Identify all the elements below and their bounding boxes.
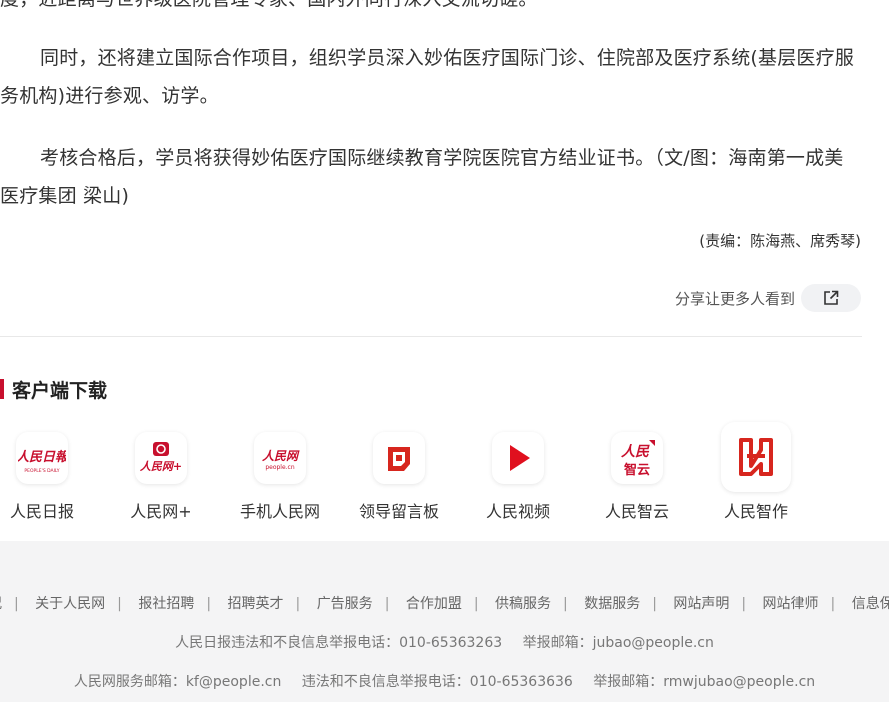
editor-credit: (责编：陈海燕、席秀琴)	[699, 232, 861, 250]
footer-link-recruit[interactable]: 报社招聘	[138, 596, 194, 612]
svg-text:人民网: 人民网	[262, 449, 300, 463]
people-net-plus-icon: 人民网+	[135, 432, 187, 484]
footer-links: 况| 关于人民网| 报社招聘| 招聘英才| 广告服务| 合作加盟| 供稿服务| …	[0, 593, 889, 613]
footer-report-line-2: 人民网服务邮箱：kf@people.cn 违法和不良信息举报电话：010-653…	[0, 671, 889, 691]
leader-message-board-icon	[373, 432, 425, 484]
footer-link[interactable]: 况	[0, 596, 2, 612]
footer-link-data[interactable]: 数据服务	[584, 596, 640, 612]
people-video-icon	[492, 432, 544, 484]
footer-link-lawyer[interactable]: 网站律师	[763, 596, 819, 612]
footer-link-statement[interactable]: 网站声明	[673, 596, 729, 612]
app-label: 人民网+	[130, 502, 192, 521]
footer-report-line-1: 人民日报违法和不良信息举报电话：010-65363263 举报邮箱：jubao@…	[0, 632, 889, 652]
app-label: 人民智云	[604, 502, 669, 521]
svg-text:智云: 智云	[624, 462, 650, 478]
app-label: 人民智作	[723, 502, 788, 521]
people-cloud-icon: 人民 智云	[611, 432, 663, 484]
share-row: 分享让更多人看到	[675, 284, 861, 312]
article-paragraph: 考核合格后，学员将获得妙佑医疗国际继续教育学院医院官方结业证书。（文/图：海南第…	[0, 147, 844, 207]
apps-section-title-text: 客户端下载	[12, 379, 108, 402]
footer-report-email: 举报邮箱：jubao@people.cn	[522, 635, 714, 651]
app-label: 领导留言板	[358, 502, 439, 521]
share-button[interactable]	[801, 284, 861, 312]
app-download-list: 人民日報 PEOPLE'S DAILY 人民日报 人民网+ 人民网+ 人民网 p…	[0, 422, 889, 522]
app-label: 手机人民网	[239, 502, 320, 521]
title-accent-bar	[0, 379, 4, 399]
app-label: 人民日报	[9, 502, 74, 521]
article-paragraph: 度，近距离与世界级医院管理专家、国内外同行深入交流切磋。	[0, 0, 862, 18]
svg-text:people.cn: people.cn	[265, 464, 295, 471]
footer-link-ads[interactable]: 广告服务	[317, 596, 373, 612]
footer-link-talent[interactable]: 招聘英才	[228, 596, 284, 612]
footer-link-partner[interactable]: 合作加盟	[406, 596, 462, 612]
svg-text:PEOPLE'S DAILY: PEOPLE'S DAILY	[24, 468, 59, 474]
footer-link-privacy[interactable]: 信息保护	[852, 596, 889, 612]
share-icon	[824, 290, 839, 305]
mobile-people-net-icon: 人民网 people.cn	[254, 432, 306, 484]
footer-report-email-2: 举报邮箱：rmwjubao@people.cn	[593, 674, 816, 690]
people-create-icon	[721, 422, 791, 492]
apps-section-title: 客户端下载	[0, 376, 107, 402]
peoples-daily-icon: 人民日報 PEOPLE'S DAILY	[16, 432, 68, 484]
app-label: 人民视频	[485, 502, 550, 521]
svg-text:人民日報: 人民日報	[18, 449, 66, 465]
share-text: 分享让更多人看到	[674, 289, 795, 308]
site-footer: 况| 关于人民网| 报社招聘| 招聘英才| 广告服务| 合作加盟| 供稿服务| …	[0, 541, 889, 702]
svg-text:人民网+: 人民网+	[140, 460, 182, 473]
footer-link-contribute[interactable]: 供稿服务	[495, 596, 551, 612]
footer-report-phone-2: 违法和不良信息举报电话：010-65363636	[301, 674, 573, 690]
section-divider	[0, 336, 862, 337]
article-paragraph: 同时，还将建立国际合作项目，组织学员深入妙佑医疗国际门诊、住院部及医疗系统(基层…	[0, 47, 855, 107]
footer-report-phone: 人民日报违法和不良信息举报电话：010-65363263	[175, 635, 503, 651]
footer-service-email: 人民网服务邮箱：kf@people.cn	[73, 674, 282, 690]
footer-link-about[interactable]: 关于人民网	[35, 596, 105, 612]
svg-text:人民: 人民	[621, 444, 650, 460]
